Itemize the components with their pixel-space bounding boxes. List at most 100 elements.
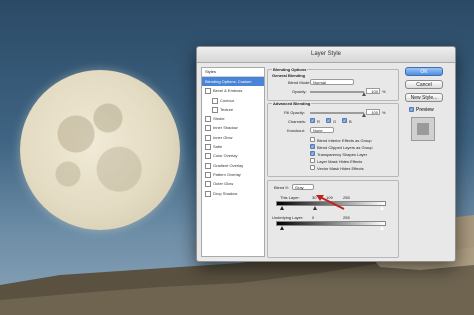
advanced-option-checkbox[interactable]: ✓ xyxy=(310,144,315,149)
advanced-blending-title: Advanced Blending xyxy=(272,101,312,106)
style-item[interactable]: Blending Options: Custom xyxy=(202,77,264,87)
opacity-slider[interactable] xyxy=(310,91,364,93)
style-item[interactable]: Satin xyxy=(202,142,264,151)
opacity-value: 100 xyxy=(371,89,378,94)
advanced-option-label: Layer Mask Hides Effects xyxy=(317,159,363,164)
blending-options-title: Blending Options xyxy=(272,67,308,72)
style-item-checkbox[interactable] xyxy=(205,116,211,123)
blend-if-label: Blend If: xyxy=(274,185,289,190)
style-item-checkbox[interactable] xyxy=(205,134,211,141)
ok-button[interactable]: OK xyxy=(405,67,443,76)
dialog-title: Layer Style xyxy=(197,47,455,63)
fill-opacity-field[interactable]: 100 xyxy=(366,109,380,115)
style-item-label: Pattern Overlay xyxy=(213,171,241,177)
general-blending-title: General Blending xyxy=(272,73,306,78)
style-item-label: Inner Shadow xyxy=(213,125,238,131)
annotation-arrow-icon xyxy=(316,195,345,210)
style-item[interactable]: Color Overlay xyxy=(202,151,264,160)
style-item-label: Bevel & Emboss xyxy=(213,88,243,94)
fill-opacity-label: Fill Opacity: xyxy=(284,110,305,115)
style-item-label: Blending Options: Custom xyxy=(205,79,252,84)
preview-checkbox[interactable]: ✓ xyxy=(409,107,414,112)
blend-mode-select[interactable]: Normal xyxy=(310,79,354,85)
advanced-blending-group: Advanced Blending Fill Opacity: 100 % Ch… xyxy=(267,101,399,177)
style-item-label: Satin xyxy=(213,144,223,150)
underlying-layer-label: Underlying Layer: xyxy=(272,215,304,220)
channel-b-checkbox[interactable]: ✓ xyxy=(342,118,347,123)
style-item[interactable]: Bevel & Emboss xyxy=(202,86,264,95)
style-item-checkbox[interactable] xyxy=(212,106,218,113)
style-item-checkbox[interactable] xyxy=(205,190,211,197)
style-item-checkbox[interactable] xyxy=(212,97,218,104)
style-item[interactable]: Contour xyxy=(202,96,264,105)
style-item[interactable]: Inner Shadow xyxy=(202,123,264,132)
style-item-label: Gradient Overlay xyxy=(213,162,244,168)
style-item-checkbox[interactable] xyxy=(205,171,211,178)
underlying-value-2: 255 xyxy=(343,215,350,220)
style-item-checkbox[interactable] xyxy=(205,144,211,151)
this-layer-black-handle[interactable] xyxy=(280,206,284,210)
fill-opacity-value: 100 xyxy=(371,110,378,115)
style-item-label: Drop Shadow xyxy=(213,190,238,196)
underlying-value-1: 0 xyxy=(312,215,315,220)
style-item[interactable]: Outer Glow xyxy=(202,179,264,188)
advanced-option-label: Transparency Shapes Layer xyxy=(317,152,368,157)
style-item-label: Contour xyxy=(220,97,235,103)
blend-if-group: Blend If: Gray This Layer: 30 / 109 255 … xyxy=(267,180,399,258)
fill-opacity-slider[interactable] xyxy=(310,112,364,114)
style-item-label: Texture xyxy=(220,106,234,112)
style-item-checkbox[interactable] xyxy=(205,162,211,169)
style-item-checkbox[interactable] xyxy=(205,125,211,132)
this-layer-white-handle[interactable] xyxy=(380,206,384,210)
style-item[interactable]: Inner Glow xyxy=(202,133,264,142)
advanced-option-checkbox[interactable] xyxy=(310,137,315,142)
style-item[interactable]: Pattern Overlay xyxy=(202,170,264,179)
this-layer-label: This Layer: xyxy=(280,195,300,200)
general-blending-group: Blending Options General Blending Blend … xyxy=(267,67,399,101)
style-item-checkbox[interactable] xyxy=(205,88,211,95)
advanced-option-label: Blend Interior Effects as Group xyxy=(317,138,372,143)
blend-mode-label: Blend Mode: xyxy=(288,80,311,85)
advanced-option-label: Vector Mask Hides Effects xyxy=(317,166,364,171)
blend-mode-value: Normal xyxy=(313,80,326,85)
advanced-option-checkbox[interactable] xyxy=(310,158,315,163)
style-item[interactable]: Drop Shadow xyxy=(202,189,264,198)
style-item-label: Inner Glow xyxy=(213,134,233,140)
new-style-button[interactable]: New Style... xyxy=(405,93,443,102)
cancel-button[interactable]: Cancel xyxy=(405,80,443,89)
style-item-checkbox[interactable] xyxy=(205,181,211,188)
advanced-option-checkbox[interactable] xyxy=(310,165,315,170)
advanced-option-checkbox[interactable]: ✓ xyxy=(310,151,315,156)
knockout-value: None xyxy=(313,128,323,133)
style-preview-square xyxy=(417,123,429,135)
preview-label: Preview xyxy=(416,107,434,113)
style-item[interactable]: Gradient Overlay xyxy=(202,161,264,170)
underlying-layer-gradient xyxy=(276,221,386,226)
style-item-label: Color Overlay xyxy=(213,153,238,159)
blend-if-value: Gray xyxy=(295,185,304,190)
blend-if-select[interactable]: Gray xyxy=(292,184,314,190)
advanced-option-label: Blend Clipped Layers as Group xyxy=(317,145,373,150)
opacity-label: Opacity: xyxy=(292,89,307,94)
style-item-checkbox[interactable] xyxy=(205,153,211,160)
style-item[interactable]: Texture xyxy=(202,105,264,114)
styles-header[interactable]: Styles xyxy=(202,68,264,77)
channels-label: Channels: xyxy=(288,119,307,124)
style-item-label: Stroke xyxy=(213,116,225,122)
channel-r-checkbox[interactable]: ✓ xyxy=(310,118,315,123)
style-item-label: Outer Glow xyxy=(213,181,234,187)
style-item[interactable]: Stroke xyxy=(202,114,264,123)
fill-opacity-unit: % xyxy=(382,110,386,115)
channel-g-checkbox[interactable]: ✓ xyxy=(326,118,331,123)
channel-r-label: R xyxy=(317,119,320,124)
channel-b-label: B xyxy=(349,119,352,124)
styles-list: Styles Blending Options: Custom Bevel & E… xyxy=(201,67,265,257)
knockout-select[interactable]: None xyxy=(310,127,334,133)
opacity-field[interactable]: 100 xyxy=(366,88,380,94)
style-preview-swatch xyxy=(411,117,435,141)
underlying-black-handle[interactable] xyxy=(280,226,284,230)
underlying-white-handle[interactable] xyxy=(380,226,384,230)
knockout-label: Knockout: xyxy=(287,128,305,133)
layer-style-dialog: Layer Style Styles Blending Options: Cus… xyxy=(196,46,456,262)
opacity-unit: % xyxy=(382,89,386,94)
